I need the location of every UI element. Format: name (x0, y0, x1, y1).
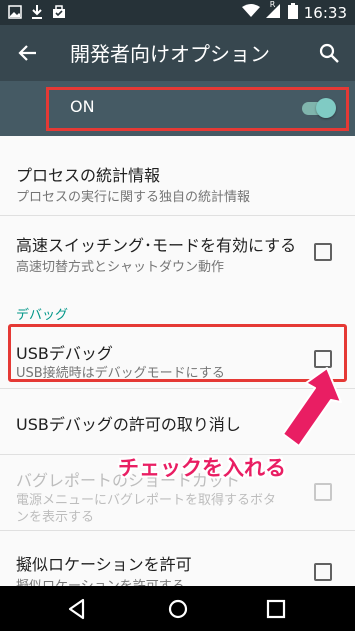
annotation-text: チェックを入れる (118, 456, 286, 480)
back-triangle-icon[interactable] (64, 596, 90, 622)
annotation-arrow (282, 367, 342, 447)
home-circle-icon[interactable] (165, 596, 191, 622)
navigation-bar (0, 586, 355, 631)
recents-square-icon[interactable] (263, 596, 289, 622)
